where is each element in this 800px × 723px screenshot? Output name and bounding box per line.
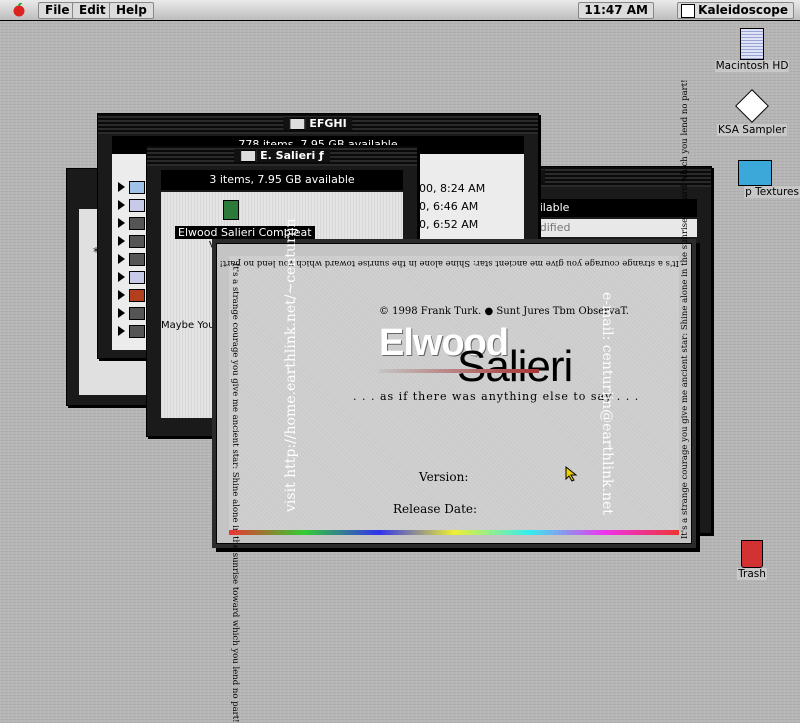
border-quote-left: It's a strange courage you give me ancie… — [230, 263, 240, 723]
desktop-icon-ksa-sampler[interactable]: KSA Sampler — [712, 89, 792, 136]
hd-window-header: ailable — [519, 199, 697, 217]
folder-icon — [289, 118, 306, 130]
release-date-label: Release Date: — [393, 502, 478, 516]
efghi-window-title: EFGHI — [309, 117, 347, 130]
application-icon[interactable] — [223, 200, 239, 220]
logo-last-name: Salieri — [457, 342, 573, 391]
splash-tagline: . . . as if there was anything else to s… — [353, 390, 640, 403]
color-strip — [229, 530, 679, 535]
application-icon — [681, 4, 696, 18]
logo-underline — [379, 369, 539, 373]
version-label: Version: — [419, 470, 469, 484]
folder-icon — [240, 150, 257, 162]
list-item[interactable] — [118, 268, 145, 286]
hard-disk-icon — [740, 28, 764, 60]
disclosure-triangle-icon[interactable] — [118, 308, 125, 318]
splash-body: It's a strange courage you give me ancie… — [219, 79, 690, 722]
hd-window-column-header[interactable]: odified — [519, 219, 697, 237]
disclosure-triangle-icon[interactable] — [118, 218, 125, 228]
application-menu[interactable]: Kaleidoscope — [677, 2, 794, 19]
folder-icon — [128, 270, 145, 284]
salieri-window-header: 3 items, 7.95 GB available — [161, 170, 403, 190]
efghi-window-title-wrap: EFGHI — [283, 117, 353, 130]
disclosure-triangle-icon[interactable] — [118, 236, 125, 246]
about-splash-screen[interactable]: It's a strange courage you give me ancie… — [216, 79, 692, 723]
menu-edit[interactable]: Edit — [72, 2, 113, 19]
salieri-window-title-wrap: E. Salieri ƒ — [234, 149, 330, 162]
disclosure-triangle-icon[interactable] — [118, 182, 125, 192]
list-item[interactable] — [118, 178, 145, 196]
folder-icon — [128, 234, 145, 248]
desktop-icon-trash[interactable]: Trash — [724, 540, 780, 580]
salieri-window-titlebar[interactable]: E. Salieri ƒ — [147, 146, 417, 166]
apple-menu-icon[interactable] — [12, 3, 26, 17]
trash-icon — [741, 540, 763, 568]
disclosure-triangle-icon[interactable] — [118, 326, 125, 336]
menu-help[interactable]: Help — [109, 2, 154, 19]
image-file-icon — [128, 288, 145, 302]
disclosure-triangle-icon[interactable] — [118, 272, 125, 282]
list-item[interactable] — [118, 322, 145, 340]
item-label[interactable]: Maybe You'v — [161, 320, 223, 331]
folder-icon — [128, 252, 145, 266]
salieri-window-title: E. Salieri ƒ — [260, 149, 324, 162]
website-line: visit http://home.earthlink.net/~centuri… — [283, 218, 299, 512]
folder-icon — [128, 216, 145, 230]
item-label[interactable]: V — [209, 240, 216, 251]
date-modified: 000, 8:24 AM — [412, 182, 486, 195]
list-item[interactable] — [118, 250, 145, 268]
sampler-document-icon — [735, 89, 769, 123]
menu-bar: File Edit Help 11:47 AM Kaleidoscope — [0, 0, 800, 21]
efghi-window-titlebar[interactable]: EFGHI — [98, 114, 538, 134]
folder-icon — [128, 198, 145, 212]
menu-clock[interactable]: 11:47 AM — [578, 2, 654, 19]
list-item[interactable] — [118, 232, 145, 250]
date-modified: 00, 6:52 AM — [412, 218, 479, 231]
folder-icon — [738, 160, 772, 186]
desktop-icon-label: Trash — [737, 568, 767, 580]
folder-icon — [128, 324, 145, 338]
list-item[interactable] — [118, 286, 145, 304]
date-modified: 00, 6:46 AM — [412, 200, 479, 213]
desktop-icon-label: Macintosh HD — [714, 60, 790, 72]
desktop-icon-macintosh-hd[interactable]: Macintosh HD — [712, 28, 792, 72]
email-line: e-mail: centurijn@earthlink.net — [599, 292, 615, 515]
desktop-icon-label: KSA Sampler — [717, 124, 787, 136]
desktop-icon-label: p Textures — [744, 186, 800, 198]
cursor-arrow-icon — [565, 466, 578, 482]
border-quote-right: It's a strange courage you give me ancie… — [680, 79, 690, 539]
copyright-line: © 1998 Frank Turk. ● Sunt Jures Tbm Obse… — [379, 306, 629, 317]
list-item[interactable] — [118, 196, 145, 214]
disclosure-triangle-icon[interactable] — [118, 200, 125, 210]
disclosure-triangle-icon[interactable] — [118, 254, 125, 264]
folder-icon — [128, 180, 145, 194]
disclosure-triangle-icon[interactable] — [118, 290, 125, 300]
desktop-icon-textures[interactable]: p Textures — [728, 160, 800, 198]
folder-icon — [128, 306, 145, 320]
menu-file[interactable]: File — [38, 2, 77, 19]
application-name: Kaleidoscope — [698, 3, 788, 17]
list-item[interactable] — [118, 304, 145, 322]
list-item[interactable] — [118, 214, 145, 232]
